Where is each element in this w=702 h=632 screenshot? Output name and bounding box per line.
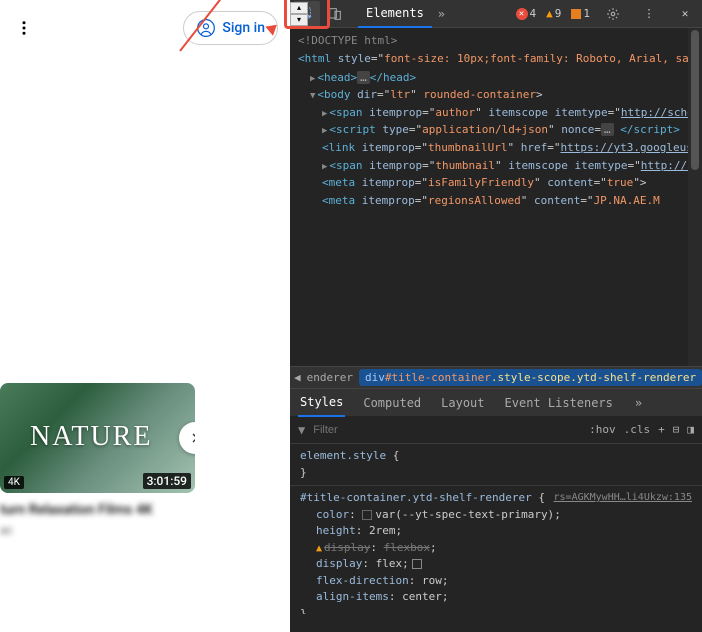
video-title[interactable]: turn Relaxation Films 4K [0,501,195,519]
dom-script-ldjson[interactable]: <script type="application/ld+json" nonce… [298,121,694,139]
breadcrumb-selected[interactable]: div#title-container.style-scope.ytd-shel… [359,369,702,386]
dom-span-author[interactable]: <span itemprop="author" itemscope itemty… [298,104,694,122]
warnings-badge[interactable]: ▲9 [546,7,561,20]
hov-toggle[interactable]: :hov [589,423,616,436]
styles-tabs-more-icon[interactable]: » [635,396,642,410]
thumb-overlay-text: NATURE [30,421,152,453]
dock-up-icon[interactable]: ▴ [290,2,308,14]
tabs-more-icon[interactable]: » [438,7,445,21]
sign-in-label: Sign in [222,20,265,36]
video-card[interactable]: NATURE 4K 3:01:59 turn Relaxation Films … [0,383,195,537]
dock-control[interactable]: ▴ ▾ [290,2,308,26]
breadcrumb-prev-icon[interactable]: ◀ [294,371,301,384]
filter-icon: ▼ [298,423,305,437]
sidebar-toggle-icon[interactable]: ◨ [687,423,694,436]
dom-breadcrumb: ◀ enderer div#title-container.style-scop… [290,366,702,388]
breadcrumb-item[interactable]: enderer [301,369,359,386]
tab-elements[interactable]: Elements [358,0,432,28]
gear-icon [606,7,620,21]
chevron-right-icon [187,430,195,446]
dock-down-icon[interactable]: ▾ [290,14,308,26]
devtools-toolbar: Elements » ✕4 ▲9 1 ⋮ ✕ [290,0,702,28]
devtools-menu-button[interactable]: ⋮ [636,1,662,27]
close-devtools-button[interactable]: ✕ [672,1,698,27]
next-button[interactable] [179,422,195,454]
tab-layout[interactable]: Layout [439,390,486,416]
issues-badge[interactable]: 1 [571,7,590,20]
styles-tabs: Styles Computed Layout Event Listeners » [290,388,702,416]
styles-filter-input[interactable] [313,424,581,436]
kebab-menu-icon[interactable] [12,16,36,40]
dom-span-thumb[interactable]: <span itemprop="thumbnail" itemscope ite… [298,157,694,175]
css-rules[interactable]: element.style {} rs=AGKMywHH…li4Ukzw:135… [290,444,702,614]
tab-event-listeners[interactable]: Event Listeners [503,390,615,416]
styles-filter-bar: ▼ :hov .cls + ⊟ ◨ [290,416,702,444]
new-rule-button[interactable]: + [658,423,665,436]
dom-head[interactable]: <head>…</head> [298,69,694,87]
devtools-panel: Elements » ✕4 ▲9 1 ⋮ ✕ <!DOCTYPE html> <… [290,0,702,632]
settings-button[interactable] [600,1,626,27]
computed-toggle-icon[interactable]: ⊟ [673,423,680,436]
dom-html[interactable]: <html style="font-size: 10px;font-family… [298,50,694,69]
cls-toggle[interactable]: .cls [624,423,651,436]
person-icon [196,18,216,38]
youtube-page: Sign in NATURE 4K 3:01:59 turn Relaxatio… [0,0,290,632]
video-thumbnail[interactable]: NATURE 4K 3:01:59 [0,383,195,493]
duration-badge: 3:01:59 [143,473,191,489]
hd-badge: 4K [4,476,24,489]
css-rule-element-style[interactable]: element.style {} [300,448,692,481]
dom-doctype[interactable]: <!DOCTYPE html> [298,32,694,50]
dom-tree[interactable]: <!DOCTYPE html> <html style="font-size: … [290,28,702,366]
dom-link-thumb[interactable]: <link itemprop="thumbnailUrl" href="http… [298,139,694,157]
dom-meta-regions[interactable]: <meta itemprop="regionsAllowed" content=… [298,192,694,210]
yt-header: Sign in [0,0,290,56]
tab-computed[interactable]: Computed [361,390,423,416]
css-source-link[interactable]: rs=AGKMywHH…li4Ukzw:135 [554,490,692,505]
errors-badge[interactable]: ✕4 [516,7,537,20]
tab-styles[interactable]: Styles [298,389,345,417]
video-channel[interactable]: ac [0,523,195,537]
css-rule-title-container[interactable]: rs=AGKMywHH…li4Ukzw:135 #title-container… [300,490,692,614]
dom-body[interactable]: <body dir="ltr" rounded-container> [298,86,694,104]
dom-meta-family[interactable]: <meta itemprop="isFamilyFriendly" conten… [298,174,694,192]
dom-scrollbar[interactable] [688,28,702,366]
